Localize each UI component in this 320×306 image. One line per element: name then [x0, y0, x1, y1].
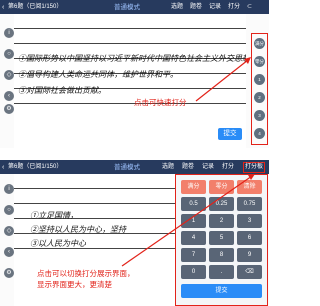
annotation-arrow — [195, 57, 251, 102]
quick-score-full[interactable]: 满分 — [254, 38, 265, 49]
submit-button[interactable]: 提交 — [218, 128, 242, 140]
quick-score-4[interactable]: 4 — [254, 128, 265, 139]
quick-score-zero[interactable]: 零分 — [254, 56, 265, 67]
annotation-switch-line-1: 点击可以切换打分展示界面， — [37, 269, 135, 278]
screenshot-quick-score: ‹ 第6题（已阅1/150） 普通模式 选题 题卷 记录 打分 ⊂ ①国际形势以… — [0, 0, 269, 148]
quick-score-2[interactable]: 2 — [254, 92, 265, 103]
screenshot-score-pad: ‹ 第6题（已阅1/150） 普通模式 选题 题卷 记录 打分 打分板 ①立足国… — [0, 160, 269, 306]
quick-score-3[interactable]: 3 — [254, 110, 265, 121]
quick-score-column: 满分 零分 1 2 3 4 — [251, 33, 268, 145]
annotation-switch-line-2: 显示界面更大，更清楚 — [37, 280, 112, 289]
annotation-quick-score: 点击可快速打分 — [134, 98, 187, 107]
quick-score-1[interactable]: 1 — [254, 74, 265, 85]
